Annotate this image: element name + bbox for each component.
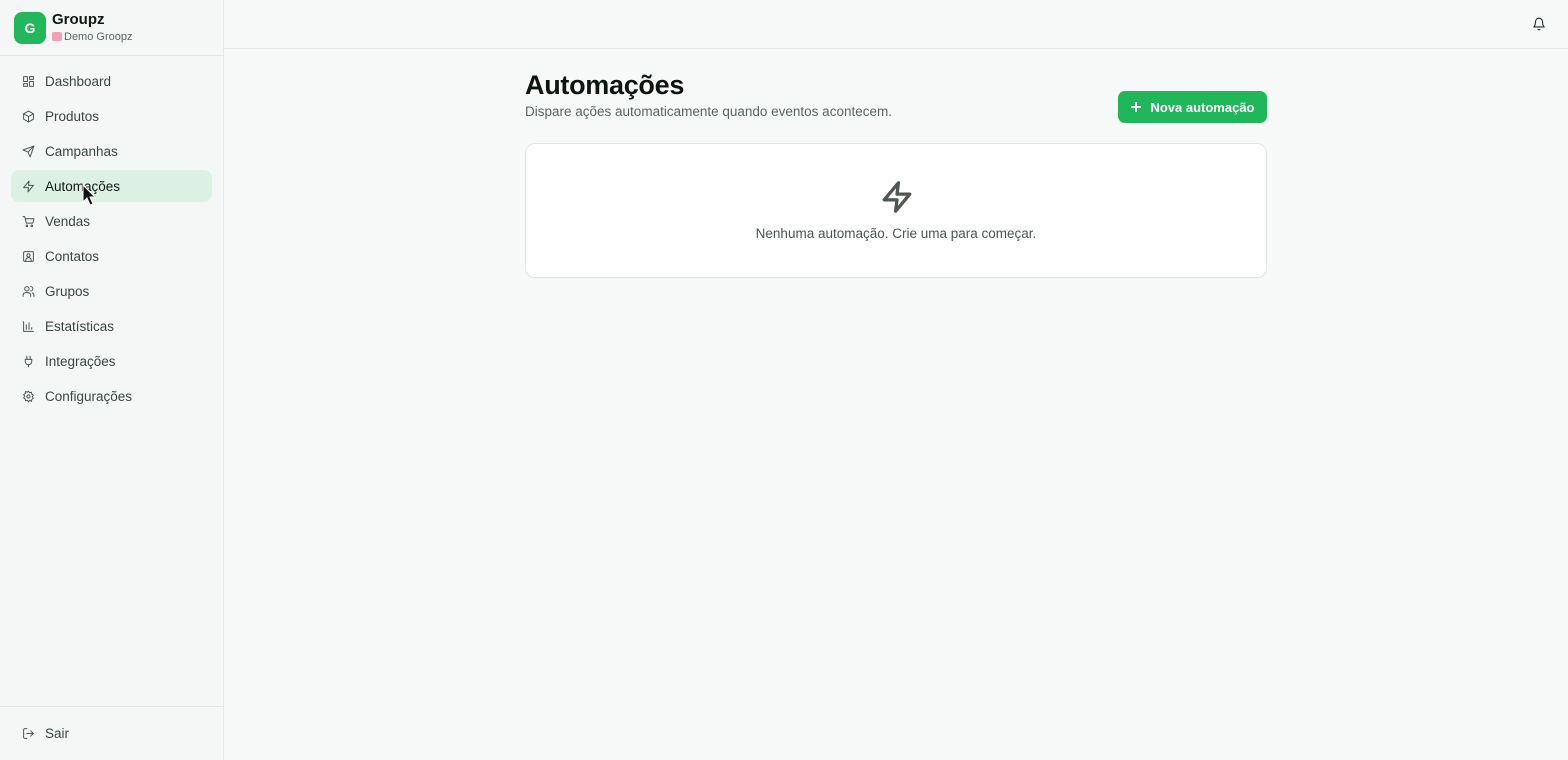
mouse-cursor-icon: [82, 183, 97, 206]
org-name: Demo Groopz: [64, 30, 133, 43]
sidebar-item-label: Dashboard: [45, 73, 112, 89]
sidebar-item-configuracoes[interactable]: Configurações: [11, 380, 212, 412]
sidebar-item-label: Contatos: [45, 248, 100, 264]
zap-icon: [880, 179, 914, 215]
brand-name: Groupz: [52, 10, 105, 28]
logout-button[interactable]: Sair: [22, 726, 69, 741]
plug-icon: [22, 355, 35, 368]
main-content: Automações Dispare ações automaticamente…: [525, 68, 1267, 278]
plus-icon: [1131, 102, 1142, 112]
notifications-button[interactable]: [1532, 16, 1546, 32]
sidebar-item-label: Estatísticas: [45, 318, 115, 334]
brand-text: Groupz Demo Groopz: [52, 11, 132, 45]
dashboard-icon: [22, 75, 35, 88]
sidebar-item-dashboard[interactable]: Dashboard: [11, 65, 212, 97]
sidebar-item-label: Produtos: [45, 108, 100, 124]
sidebar-nav: Dashboard Produtos Campanhas Automações …: [0, 56, 223, 412]
zap-icon: [22, 180, 35, 193]
new-automation-button[interactable]: Nova automação: [1118, 91, 1267, 123]
sidebar-item-automacoes[interactable]: Automações: [11, 170, 212, 202]
empty-state-card: Nenhuma automação. Crie uma para começar…: [525, 143, 1267, 278]
package-icon: [22, 110, 35, 123]
cart-icon: [22, 215, 35, 228]
sidebar-item-label: Configurações: [45, 388, 133, 404]
contact-icon: [22, 250, 35, 263]
sidebar-item-integracoes[interactable]: Integrações: [11, 345, 212, 377]
sidebar-item-estatisticas[interactable]: Estatísticas: [11, 310, 212, 342]
users-icon: [22, 285, 35, 298]
bell-icon: [1533, 17, 1545, 31]
sidebar: G Groupz Demo Groopz Dashboard Produtos: [0, 0, 224, 760]
sidebar-item-grupos[interactable]: Grupos: [11, 275, 212, 307]
sidebar-item-label: Grupos: [45, 283, 90, 299]
topbar: [224, 0, 1568, 49]
sidebar-item-label: Vendas: [45, 213, 91, 229]
sidebar-item-vendas[interactable]: Vendas: [11, 205, 212, 237]
bar-chart-icon: [22, 320, 35, 333]
sidebar-item-contatos[interactable]: Contatos: [11, 240, 212, 272]
sidebar-item-produtos[interactable]: Produtos: [11, 100, 212, 132]
empty-state-text: Nenhuma automação. Crie uma para começar…: [755, 226, 1037, 241]
sidebar-item-label: Campanhas: [45, 143, 118, 159]
gift-icon: [52, 32, 62, 41]
sidebar-item-campanhas[interactable]: Campanhas: [11, 135, 212, 167]
new-automation-label: Nova automação: [1150, 99, 1255, 115]
sidebar-footer: Sair: [0, 706, 223, 760]
org-switcher[interactable]: Demo Groopz: [52, 29, 132, 45]
logout-label: Sair: [45, 726, 70, 741]
logout-icon: [22, 727, 35, 740]
brand-logo: G: [14, 11, 46, 44]
brand-header: G Groupz Demo Groopz: [0, 0, 223, 56]
sidebar-item-label: Integrações: [45, 353, 116, 369]
gear-icon: [22, 390, 35, 403]
send-icon: [22, 145, 35, 158]
